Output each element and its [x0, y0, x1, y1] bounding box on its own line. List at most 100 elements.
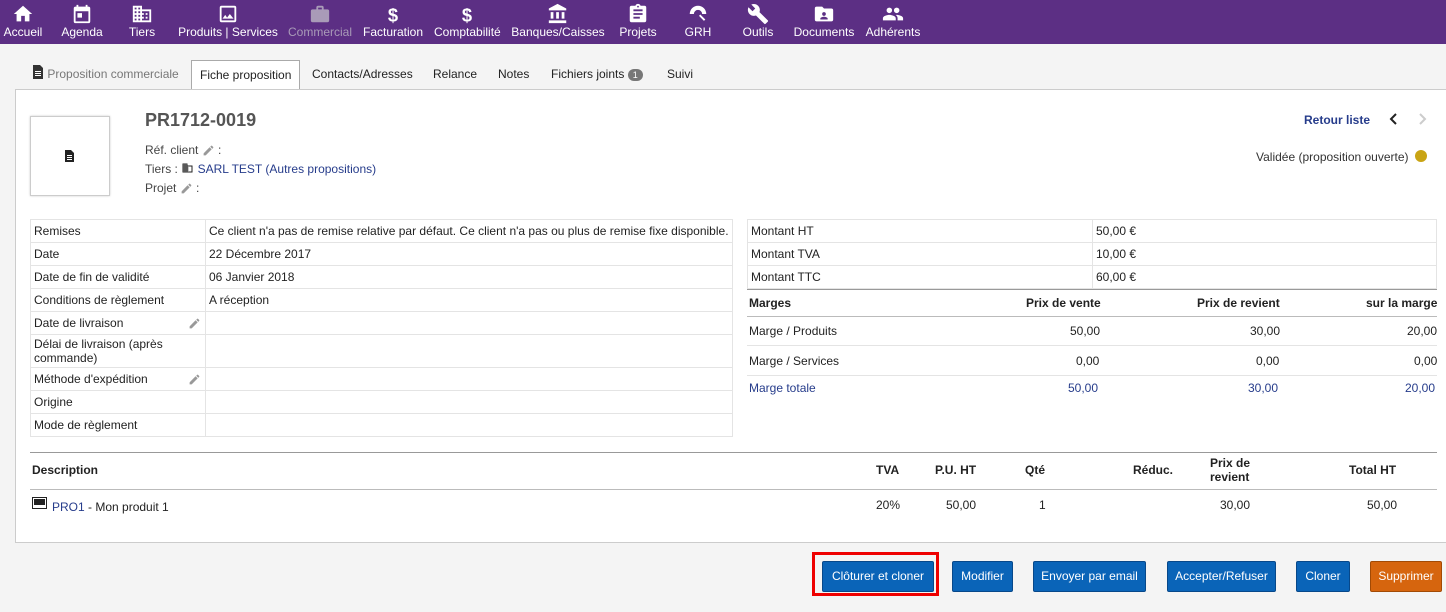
field-label: Mode de règlement — [30, 413, 206, 437]
ref-client-label: Réf. client — [145, 143, 199, 157]
table-row: Origine — [30, 390, 733, 414]
tab-contacts-adresses[interactable]: Contacts/Adresses — [304, 60, 421, 88]
modify-button[interactable]: Modifier — [952, 561, 1013, 592]
wrench-icon — [747, 4, 769, 25]
col-reduc: Réduc. — [1133, 463, 1174, 477]
pencil-icon[interactable] — [188, 373, 201, 386]
nav-label: Accueil — [3, 25, 43, 39]
field-label: Origine — [30, 390, 206, 414]
back-to-list-link[interactable]: Retour liste — [1304, 113, 1370, 127]
tiers-link[interactable]: SARL TEST — [198, 162, 262, 176]
pencil-icon[interactable] — [188, 317, 201, 330]
tab-notes[interactable]: Notes — [490, 60, 537, 88]
tab-suivi[interactable]: Suivi — [659, 60, 701, 88]
projet-label: Projet — [145, 181, 177, 195]
nav-outils[interactable]: Outils — [740, 0, 776, 44]
line-pu: 50,00 — [946, 498, 977, 512]
nav-grh[interactable]: GRH — [681, 0, 715, 44]
colon: : — [196, 181, 200, 195]
send-email-button[interactable]: Envoyer par email — [1033, 561, 1146, 592]
nav-projets[interactable]: Projets — [618, 0, 658, 44]
tab-label: Relance — [433, 67, 478, 81]
table-row: Méthode d'expédition — [30, 367, 733, 391]
tab-fichiers-joints[interactable]: Fichiers joints 1 — [543, 60, 651, 88]
dollar-icon: $ — [388, 4, 398, 25]
other-proposals-link[interactable]: (Autres propositions) — [265, 162, 376, 176]
field-value — [205, 334, 733, 368]
table-row: Montant TVA 10,00 € — [747, 242, 1437, 266]
shipping-method-cell: Méthode d'expédition — [30, 367, 206, 391]
nav-comptabilite[interactable]: $ Comptabilité — [434, 0, 501, 44]
building-icon — [182, 163, 193, 173]
tab-relance[interactable]: Relance — [425, 60, 485, 88]
field-label: Date — [30, 242, 206, 266]
margin-header: Marges — [749, 296, 792, 310]
bank-icon — [548, 3, 567, 24]
amount-label: Montant TTC — [747, 265, 1093, 289]
margin-total-label: Marge totale — [749, 381, 816, 395]
margin-header: Prix de vente — [1026, 296, 1101, 310]
status-label: Validée (proposition ouverte) — [1256, 150, 1409, 164]
dollar-icon: $ — [462, 4, 472, 25]
tab-proposition-commerciale[interactable]: Proposition commerciale — [24, 60, 187, 88]
tab-label: Fichiers joints — [551, 67, 625, 81]
field-value: 06 Janvier 2018 — [205, 265, 733, 289]
field-value: 22 Décembre 2017 — [205, 242, 733, 266]
amount-label: Montant HT — [747, 219, 1093, 243]
nav-label: Tiers — [128, 25, 156, 39]
people-icon — [882, 7, 904, 21]
highlight-box — [812, 552, 939, 596]
field-label: Méthode d'expédition — [34, 372, 148, 386]
nav-documents[interactable]: Documents — [793, 0, 855, 44]
delete-button[interactable]: Supprimer — [1370, 561, 1442, 592]
calendar-icon — [73, 4, 91, 24]
svg-text:$: $ — [388, 4, 398, 25]
ref-client-row: Réf. client : — [145, 143, 221, 157]
nav-label: Produits | Services — [178, 25, 278, 39]
nav-tiers[interactable]: Tiers — [126, 0, 158, 44]
nav-produits-services[interactable]: Produits | Services — [178, 0, 278, 44]
pencil-icon[interactable] — [180, 182, 193, 195]
margin-value: 50,00 — [1070, 324, 1101, 338]
divider — [747, 375, 1437, 376]
margin-value: 50,00 — [1068, 381, 1099, 395]
field-label: Délai de livraison (après commande) — [30, 334, 206, 368]
nav-facturation[interactable]: $ Facturation — [363, 0, 423, 44]
amount-value: 60,00 € — [1092, 265, 1437, 289]
tab-label: Contacts/Adresses — [312, 67, 413, 81]
status-indicator — [1415, 150, 1427, 162]
col-qte: Qté — [1025, 463, 1046, 477]
divider — [747, 345, 1437, 346]
svg-text:$: $ — [462, 4, 472, 25]
tab-label: Suivi — [667, 67, 694, 81]
accept-refuse-button[interactable]: Accepter/Refuser — [1167, 561, 1276, 592]
field-value: A réception — [205, 288, 733, 312]
home-icon — [13, 5, 33, 22]
amount-value: 10,00 € — [1092, 242, 1437, 266]
line-qte: 1 — [1039, 498, 1046, 512]
nav-commercial[interactable]: Commercial — [288, 0, 352, 44]
margin-value: 30,00 — [1248, 381, 1279, 395]
colon: : — [218, 143, 222, 157]
nav-label: Banques/Caisses — [511, 25, 605, 39]
nav-adherents[interactable]: Adhérents — [865, 0, 921, 44]
building-icon — [132, 5, 152, 23]
nav-accueil[interactable]: Accueil — [2, 0, 44, 44]
chevron-left-icon[interactable] — [1388, 113, 1398, 125]
image-icon — [219, 5, 237, 23]
margin-value: 0,00 — [1256, 354, 1280, 368]
nav-label: Outils — [742, 25, 774, 39]
product-ref-link[interactable]: PRO1 — [52, 500, 85, 514]
table-row: Mode de règlement — [30, 413, 733, 437]
tab-bar: Proposition commerciale Fiche propositio… — [0, 44, 1446, 90]
proposal-details-table: Remises Ce client n'a pas de remise relat… — [30, 219, 733, 437]
clone-button[interactable]: Cloner — [1296, 561, 1350, 592]
nav-agenda[interactable]: Agenda — [60, 0, 104, 44]
pencil-icon[interactable] — [202, 144, 215, 157]
col-tva: TVA — [876, 463, 900, 477]
nav-banques[interactable]: Banques/Caisses — [511, 0, 605, 44]
margin-value: 20,00 — [1407, 324, 1438, 338]
tab-fiche-proposition[interactable]: Fiche proposition — [191, 60, 301, 90]
field-label: Remises — [30, 219, 206, 243]
chevron-right-icon — [1419, 113, 1427, 125]
